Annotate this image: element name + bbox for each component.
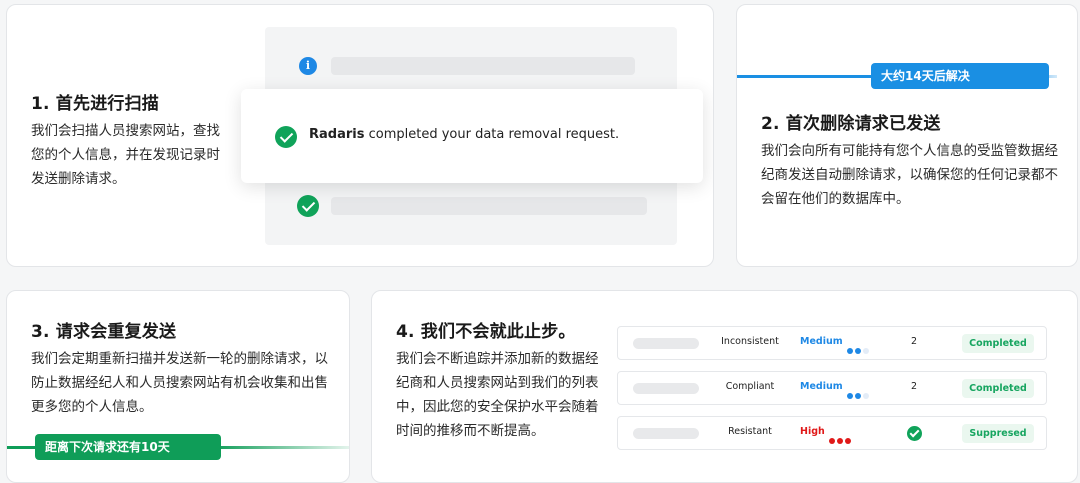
next-request-badge: 距离下次请求还有10天	[35, 434, 221, 460]
risk-dots	[847, 384, 871, 403]
broker-name-placeholder	[633, 428, 699, 439]
placeholder-line	[331, 57, 635, 75]
result-badge: Completed	[962, 379, 1034, 398]
continuous-protection-card: 4. 我们不会就此止步。 我们会不断追踪并添加新的数据经纪商和人员搜索网站到我们…	[371, 290, 1078, 483]
first-request-card: 大约14天后解决 2. 首次删除请求已发送 我们会向所有可能持有您个人信息的受监…	[736, 4, 1078, 267]
compliance-status: Compliant	[725, 381, 775, 392]
step4-title: 4. 我们不会就此止步。	[396, 322, 576, 342]
risk-dot	[855, 393, 861, 399]
resolution-badge: 大约14天后解决	[871, 63, 1049, 89]
broker-row: Compliant Medium 2 Completed	[617, 371, 1047, 405]
step4-description: 我们会不断追踪并添加新的数据经纪商和人员搜索网站到我们的列表中，因此您的安全保护…	[396, 351, 599, 439]
step2-title: 2. 首次删除请求已发送	[761, 114, 941, 134]
removal-notification: Radaris completed your data removal requ…	[241, 89, 703, 183]
compliance-status: Resistant	[728, 426, 772, 437]
risk-dot	[829, 438, 835, 444]
request-count: 2	[910, 381, 918, 392]
step1-title: 1. 首先进行扫描	[31, 94, 160, 114]
risk-dots	[829, 429, 853, 448]
broker-name-placeholder	[633, 338, 699, 349]
step3-description: 我们会定期重新扫描并发送新一轮的删除请求，以防止数据经纪人和人员搜索网站有机会收…	[31, 351, 328, 415]
risk-level: Medium	[800, 336, 843, 347]
notification-message: completed your data removal request.	[368, 127, 620, 142]
placeholder-line	[331, 197, 647, 215]
result-badge: Suppresed	[962, 424, 1034, 443]
risk-level: High	[800, 426, 825, 437]
compliance-status: Inconsistent	[721, 336, 779, 347]
risk-dot	[863, 348, 869, 354]
scan-step-card: 1. 首先进行扫描 我们会扫描人员搜索网站，查找您的个人信息，并在发现记录时发送…	[6, 4, 714, 267]
risk-dots	[847, 339, 871, 358]
step2-description: 我们会向所有可能持有您个人信息的受监管数据经纪商发送自动删除请求，以确保您的任何…	[761, 143, 1058, 207]
broker-name: Radaris	[309, 127, 365, 142]
risk-dot	[855, 348, 861, 354]
risk-dot	[845, 438, 851, 444]
step1-description: 我们会扫描人员搜索网站，查找您的个人信息，并在发现记录时发送删除请求。	[31, 123, 220, 187]
risk-dot	[847, 393, 853, 399]
broker-row: Inconsistent Medium 2 Completed	[617, 326, 1047, 360]
risk-dot	[837, 438, 843, 444]
info-icon: i	[299, 57, 317, 75]
broker-name-placeholder	[633, 383, 699, 394]
check-circle-icon	[907, 426, 922, 441]
request-count: 2	[910, 336, 918, 347]
broker-row: Resistant High Suppresed	[617, 416, 1047, 450]
step3-title: 3. 请求会重复发送	[31, 322, 177, 342]
check-circle-icon	[297, 195, 319, 217]
result-badge: Completed	[962, 334, 1034, 353]
risk-dot	[863, 393, 869, 399]
repeat-request-card: 3. 请求会重复发送 我们会定期重新扫描并发送新一轮的删除请求，以防止数据经纪人…	[6, 290, 350, 483]
risk-dot	[847, 348, 853, 354]
check-circle-icon	[275, 126, 297, 148]
risk-level: Medium	[800, 381, 843, 392]
